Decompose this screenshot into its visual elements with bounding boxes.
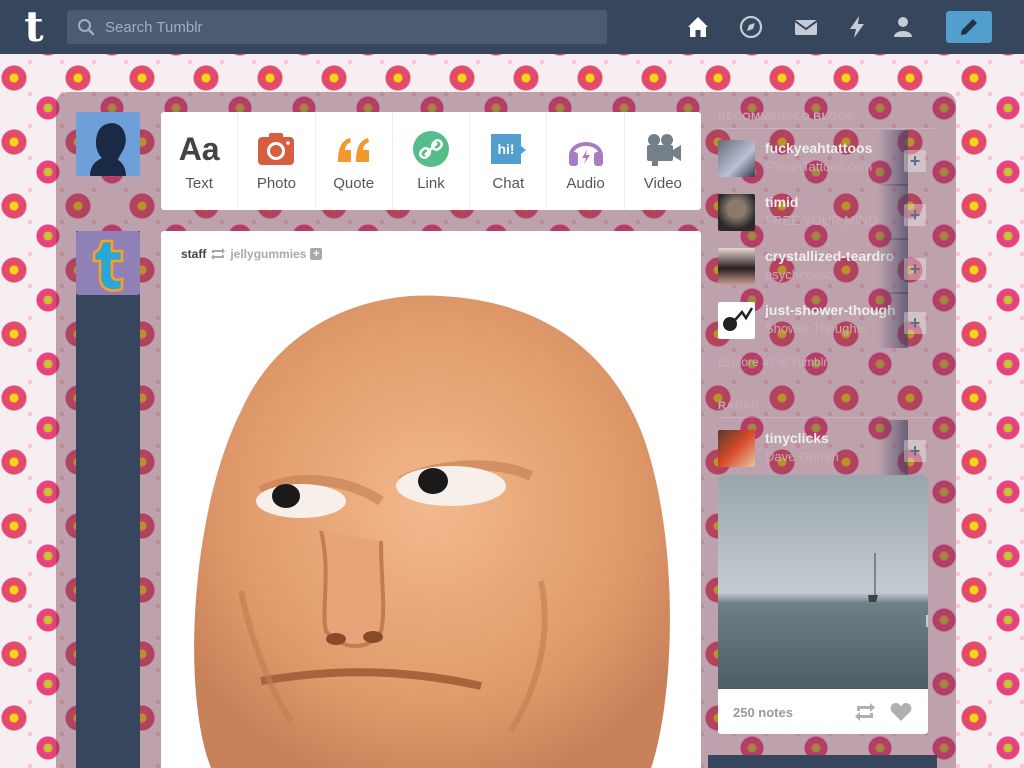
post-type-label: Quote (333, 175, 375, 192)
search-box[interactable] (67, 10, 607, 44)
blog-subtitle: FREE YOUR MIND (765, 213, 878, 228)
blog-subtitle: psychedelic (765, 267, 833, 282)
post-type-video[interactable]: Video (625, 112, 701, 210)
post-type-bar: Aa Text Photo Quote Link hi! Chat Audio … (161, 112, 701, 210)
post-type-photo[interactable]: Photo (238, 112, 316, 210)
reblogged-from-link[interactable]: jellygummies (230, 247, 306, 261)
blog-avatar[interactable] (718, 248, 755, 285)
recommended-blog-item[interactable]: fuckyeahtattoos FYeahTattoos.com + (718, 130, 928, 186)
search-input[interactable] (105, 10, 595, 44)
recommended-blog-item[interactable]: just-shower-thoughts Shower Thoughts + (718, 292, 928, 348)
follow-plus-icon[interactable]: + (310, 248, 323, 260)
explore-compass-icon[interactable] (738, 14, 764, 40)
reblog-arrow-icon (211, 248, 226, 260)
reblog-icon[interactable] (854, 702, 876, 722)
recommended-blog-item[interactable]: timid FREE YOUR MIND + (718, 184, 928, 240)
post-type-label: Audio (566, 175, 605, 192)
post-type-label: Link (417, 175, 445, 192)
post-type-chat[interactable]: hi! Chat (470, 112, 548, 210)
sidebar-bottom-strip (708, 755, 937, 768)
dashboard-post: staff jellygummies + (161, 231, 701, 768)
follow-plus-button[interactable]: + (904, 204, 926, 226)
radar-heading: RADAR (718, 400, 760, 412)
explore-all-link[interactable]: Explore all of Tumblr (718, 355, 827, 369)
account-person-icon[interactable] (890, 14, 916, 40)
link-icon (412, 131, 449, 167)
post-author-link[interactable]: staff (181, 247, 206, 261)
post-type-quote[interactable]: Quote (316, 112, 393, 210)
follow-plus-button[interactable]: + (904, 440, 926, 462)
follow-plus-button[interactable]: + (904, 258, 926, 280)
post-header: staff jellygummies + (181, 247, 323, 261)
compose-post-button[interactable] (946, 11, 992, 43)
top-navigation-bar: t (0, 0, 1024, 54)
radar-blog-item[interactable]: tinyclicks Dave Gorum + (718, 420, 928, 476)
blog-name[interactable]: crystallized-teardrops (765, 248, 895, 264)
home-icon[interactable] (685, 14, 711, 40)
pencil-icon (961, 19, 977, 35)
blog-subtitle: Dave Gorum (765, 449, 839, 464)
search-icon (78, 19, 95, 36)
notes-count[interactable]: 250 notes (733, 705, 793, 720)
silhouette-avatar-image (76, 112, 140, 176)
shower-head-icon (723, 307, 754, 331)
video-camera-icon (646, 134, 681, 166)
like-heart-icon[interactable] (890, 702, 912, 722)
blog-name[interactable]: just-shower-thoughts (765, 302, 895, 318)
blog-avatar[interactable] (718, 194, 755, 231)
text-aa-icon: Aa (178, 131, 220, 167)
radar-photo-sailboat[interactable] (718, 475, 928, 689)
blog-name[interactable]: tinyclicks (765, 430, 895, 446)
post-type-label: Chat (492, 175, 525, 192)
radar-post-card: 250 notes (718, 475, 928, 734)
tumblr-t-avatar-image (76, 231, 140, 295)
quote-icon (337, 138, 369, 162)
post-type-text[interactable]: Aa Text (161, 112, 239, 210)
sidebar-divider (718, 417, 938, 418)
activity-lightning-icon[interactable] (844, 14, 870, 40)
reblogger-avatar-column (76, 231, 140, 768)
blog-subtitle: FYeahTattoos.com (765, 159, 873, 174)
blog-avatar[interactable] (718, 140, 755, 177)
post-type-label: Photo (256, 175, 297, 192)
recommended-blog-item[interactable]: crystallized-teardrops psychedelic + (718, 238, 928, 294)
blog-name[interactable]: timid (765, 194, 895, 210)
post-type-label: Text (185, 175, 213, 192)
camera-icon (258, 133, 295, 165)
svg-text:hi!: hi! (498, 141, 515, 157)
blog-avatar[interactable] (718, 302, 755, 339)
recommended-blogs-heading: RECOMMENDED BLOGS (718, 111, 854, 123)
staff-avatar[interactable] (76, 231, 140, 295)
blog-name[interactable]: fuckyeahtattoos (765, 140, 895, 156)
sidebar-divider (718, 128, 938, 129)
post-type-link[interactable]: Link (393, 112, 471, 210)
tumblr-logo[interactable]: t (14, 5, 54, 49)
post-type-audio[interactable]: Audio (547, 112, 625, 210)
user-avatar[interactable] (76, 112, 140, 176)
post-type-label: Video (643, 175, 682, 192)
headphones-icon (568, 142, 603, 166)
chat-bubble-icon: hi! (491, 134, 527, 164)
inbox-mail-icon[interactable] (793, 14, 819, 40)
follow-plus-button[interactable]: + (904, 312, 926, 334)
blog-avatar[interactable] (718, 430, 755, 467)
blog-subtitle: Shower Thoughts (765, 321, 867, 336)
post-image-clay-face[interactable] (181, 291, 681, 768)
follow-plus-button[interactable]: + (904, 150, 926, 172)
